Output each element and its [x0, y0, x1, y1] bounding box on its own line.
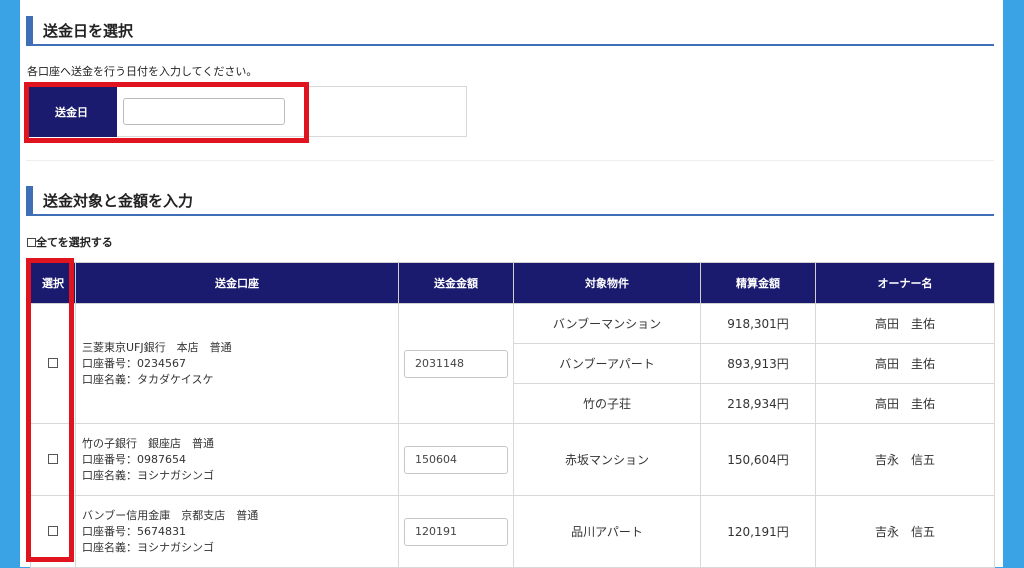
select-all-label: 全てを選択する [36, 236, 113, 249]
owner-name: 吉永 信五 [815, 423, 995, 496]
transfer-table: 選択 送金口座 送金金額 対象物件 精算金額 オーナー名 三菱東京UFJ銀行 本… [30, 262, 995, 568]
amount-input[interactable]: 120191 [404, 517, 508, 546]
account-number: 口座番号：5674831 [82, 524, 186, 538]
column-header-owner: オーナー名 [815, 262, 995, 304]
column-header-select: 選択 [30, 262, 76, 304]
account-holder: 口座名義：ヨシナガシンゴ [82, 540, 214, 554]
section-title-target: 送金対象と金額を入力 [43, 192, 194, 210]
select-cell [30, 303, 76, 424]
property-name: 竹の子荘 [513, 383, 701, 424]
amount-input[interactable]: 2031148 [404, 349, 508, 378]
amount-cell: 120191 [398, 495, 514, 568]
account-cell: 竹の子銀行 銀座店 普通 口座番号：0987654 口座名義：ヨシナガシンゴ [75, 423, 399, 496]
account-cell: バンブー信用金庫 京都支店 普通 口座番号：5674831 口座名義：ヨシナガシ… [75, 495, 399, 568]
column-header-amount: 送金金額 [398, 262, 514, 304]
property-name: バンブーアパート [513, 343, 701, 384]
table-row: 竹の子銀行 銀座店 普通 口座番号：0987654 口座名義：ヨシナガシンゴ 1… [30, 423, 995, 496]
row-checkbox[interactable] [48, 357, 58, 368]
owner-name: 吉永 信五 [815, 495, 995, 568]
property-name: 赤坂マンション [513, 423, 701, 496]
column-header-account: 送金口座 [75, 262, 399, 304]
column-header-property: 対象物件 [513, 262, 701, 304]
amount-input[interactable]: 150604 [404, 445, 508, 474]
table-row: バンブー信用金庫 京都支店 普通 口座番号：5674831 口座名義：ヨシナガシ… [30, 495, 995, 568]
row-checkbox[interactable] [48, 525, 58, 536]
page-content: 送金日を選択 各口座へ送金を行う日付を入力してください。 送金日 送金対象と金額… [20, 0, 1003, 568]
section-divider [26, 160, 994, 161]
column-header-settlement: 精算金額 [700, 262, 816, 304]
row-checkbox[interactable] [48, 453, 58, 464]
account-number: 口座番号：0234567 [82, 356, 186, 370]
account-cell: 三菱東京UFJ銀行 本店 普通 口座番号：0234567 口座名義：タカダケイス… [75, 303, 399, 424]
bank-name: 竹の子銀行 銀座店 普通 [82, 436, 214, 450]
settlement-amount: 120,191円 [700, 495, 816, 568]
select-cell [30, 495, 76, 568]
table-header-row: 選択 送金口座 送金金額 対象物件 精算金額 オーナー名 [30, 262, 995, 304]
date-label: 送金日 [26, 86, 117, 137]
owner-name: 高田 圭佑 [815, 383, 995, 424]
section-heading-date: 送金日を選択 [26, 16, 994, 46]
date-instruction: 各口座へ送金を行う日付を入力してください。 [27, 65, 258, 78]
table-row: 三菱東京UFJ銀行 本店 普通 口座番号：0234567 口座名義：タカダケイス… [30, 303, 995, 424]
bank-name: 三菱東京UFJ銀行 本店 普通 [82, 340, 232, 354]
owner-name: 高田 圭佑 [815, 303, 995, 344]
settlement-amount: 893,913円 [700, 343, 816, 384]
property-name: バンブーマンション [513, 303, 701, 344]
account-holder: 口座名義：ヨシナガシンゴ [82, 468, 214, 482]
select-all-checkbox[interactable] [27, 237, 36, 247]
section-title-date: 送金日を選択 [43, 22, 134, 40]
bank-name: バンブー信用金庫 京都支店 普通 [82, 508, 259, 522]
owner-name: 高田 圭佑 [815, 343, 995, 384]
select-cell [30, 423, 76, 496]
select-all-control[interactable]: 全てを選択する [27, 234, 113, 250]
settlement-amount: 218,934円 [700, 383, 816, 424]
settlement-amount: 918,301円 [700, 303, 816, 344]
property-name: 品川アパート [513, 495, 701, 568]
amount-cell: 150604 [398, 423, 514, 496]
settlement-amount: 150,604円 [700, 423, 816, 496]
account-number: 口座番号：0987654 [82, 452, 186, 466]
account-holder: 口座名義：タカダケイスケ [82, 372, 214, 386]
amount-cell: 2031148 [398, 303, 514, 424]
section-heading-target: 送金対象と金額を入力 [26, 186, 994, 216]
date-input[interactable] [123, 98, 285, 125]
